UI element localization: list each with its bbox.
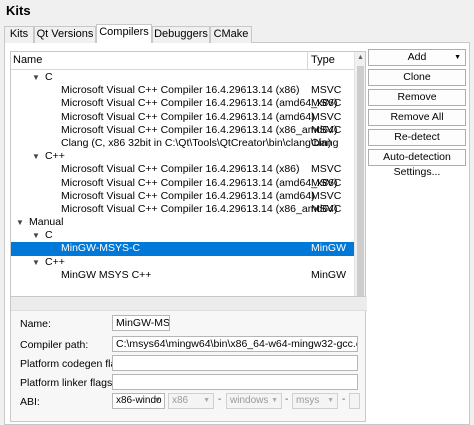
tab-bar: Kits Qt Versions Compilers Debuggers CMa… [4, 24, 470, 44]
tree-group-row[interactable]: ▼ C [11, 71, 355, 84]
abi-format-select[interactable] [349, 393, 360, 409]
expand-arrow-icon[interactable]: ▼ [31, 71, 41, 84]
scroll-up-icon[interactable]: ▲ [355, 52, 365, 63]
tree-row[interactable]: Microsoft Visual C++ Compiler 16.4.29613… [11, 163, 355, 176]
tree-row-name: Microsoft Visual C++ Compiler 16.4.29613… [61, 97, 338, 110]
tree-row-name: C [45, 71, 53, 83]
tab-cmake[interactable]: CMake [210, 26, 252, 43]
chevron-down-icon: ▼ [327, 397, 334, 404]
tab-debuggers[interactable]: Debuggers [152, 26, 210, 43]
tree-row-type: MSVC [311, 97, 342, 110]
page-title: Kits [6, 3, 31, 18]
compiler-path-field[interactable]: C:\msys64\mingw64\bin\x86_64-w64-mingw32… [112, 336, 358, 352]
tree-row[interactable]: Microsoft Visual C++ Compiler 16.4.29613… [11, 190, 355, 203]
tree-row-name: MinGW MSYS C++ [61, 268, 152, 281]
abi-os-select[interactable]: windows ▼ [226, 393, 282, 409]
chevron-down-icon: ▼ [203, 397, 210, 404]
tree-row-name: Manual [29, 216, 64, 229]
tree-row-type: MSVC [311, 189, 342, 202]
tab-qt-versions[interactable]: Qt Versions [34, 26, 96, 43]
tree-row-name: C [45, 229, 53, 242]
tab-compilers[interactable]: Compilers [96, 24, 152, 44]
tree-row[interactable]: Microsoft Visual C++ Compiler 16.4.29613… [11, 84, 355, 97]
tree-row-type: MSVC [311, 176, 342, 189]
tree-row-name: C++ [45, 255, 65, 268]
column-header-type[interactable]: Type [311, 54, 335, 66]
tree-row-type: Clang [311, 136, 339, 149]
tree-row-name: Microsoft Visual C++ Compiler 16.4.29613… [61, 202, 338, 215]
tree-header: Name Type [11, 52, 355, 70]
chevron-down-icon: ▼ [271, 397, 278, 404]
auto-detection-settings-button[interactable]: Auto-detection Settings... [368, 149, 466, 178]
expand-arrow-icon[interactable]: ▼ [15, 216, 25, 229]
abi-main-select[interactable]: x86-windo ▼ [112, 393, 165, 409]
expand-arrow-icon[interactable]: ▼ [31, 150, 41, 163]
platform-linker-flags-field[interactable] [112, 374, 358, 390]
tree-row[interactable]: Microsoft Visual C++ Compiler 16.4.29613… [11, 203, 355, 216]
tree-row-name: Microsoft Visual C++ Compiler 16.4.29613… [61, 84, 300, 97]
tree-row-name: Clang (C, x86 32bit in C:\Qt\Tools\QtCre… [61, 136, 332, 149]
tree-group-row[interactable]: ▼ C [11, 229, 355, 242]
tree-row-type: MSVC [311, 163, 342, 176]
chevron-down-icon: ▼ [454, 54, 461, 61]
tree-row-type: MinGW [311, 242, 346, 255]
remove-button[interactable]: Remove [368, 89, 466, 106]
chevron-down-icon: ▼ [154, 397, 161, 404]
tree-row[interactable]: MinGW MSYS C++ MinGW [11, 269, 355, 282]
tree-row[interactable]: Clang (C, x86 32bit in C:\Qt\Tools\QtCre… [11, 137, 355, 150]
tab-kits[interactable]: Kits [4, 26, 34, 43]
abi-arch-value: x86 [172, 395, 189, 406]
scrollbar-thumb[interactable] [357, 66, 364, 306]
tree-row[interactable]: Microsoft Visual C++ Compiler 16.4.29613… [11, 111, 355, 124]
tree-row-type: MSVC [311, 110, 342, 123]
tree-group-row[interactable]: ▼ C++ [11, 150, 355, 163]
remove-all-button[interactable]: Remove All [368, 109, 466, 126]
expand-arrow-icon[interactable]: ▼ [31, 256, 41, 269]
compiler-path-label: Compiler path: [20, 339, 89, 351]
platform-codegen-flags-field[interactable] [112, 355, 358, 371]
abi-separator: - [285, 394, 289, 405]
tree-row-name: Microsoft Visual C++ Compiler 16.4.29613… [61, 176, 338, 189]
expand-arrow-icon[interactable]: ▼ [31, 229, 41, 242]
tree-row-name: Microsoft Visual C++ Compiler 16.4.29613… [61, 123, 338, 136]
tree-row-type: MinGW [311, 268, 346, 281]
tree-rows: ▼ C Microsoft Visual C++ Compiler 16.4.296… [11, 71, 355, 282]
name-label: Name: [20, 318, 51, 330]
column-separator [307, 52, 308, 70]
name-field[interactable]: MinGW-MSYS-C [112, 315, 170, 331]
compiler-tree[interactable]: Name Type ▼ C Microsoft Visual C++ Compile… [10, 51, 366, 323]
tree-group-row[interactable]: ▼ C++ [11, 256, 355, 269]
tree-row-name: MinGW-MSYS-C [61, 242, 141, 255]
tree-row-name: Microsoft Visual C++ Compiler 16.4.29613… [61, 110, 315, 123]
redetect-button[interactable]: Re-detect [368, 129, 466, 146]
clone-button[interactable]: Clone [368, 69, 466, 86]
abi-flavor-value: msys [296, 395, 320, 406]
tree-row-name: Microsoft Visual C++ Compiler 16.4.29613… [61, 163, 300, 176]
abi-os-value: windows [230, 395, 269, 406]
tree-row[interactable]: Microsoft Visual C++ Compiler 16.4.29613… [11, 124, 355, 137]
abi-flavor-select[interactable]: msys ▼ [292, 393, 338, 409]
tree-row-type: MSVC [311, 123, 342, 136]
tree-row-name: C++ [45, 150, 65, 163]
add-button-label: Add [407, 51, 427, 63]
abi-separator: - [218, 394, 222, 405]
abi-separator: - [342, 394, 346, 405]
tree-group-row[interactable]: ▼ Manual [11, 216, 355, 229]
platform-linker-flags-label: Platform linker flags: [20, 377, 116, 389]
tree-row-type: MSVC [311, 202, 342, 215]
add-button[interactable]: Add ▼ [368, 49, 466, 66]
tree-row-type: MSVC [311, 84, 342, 97]
details-header-bar [11, 297, 367, 311]
tree-scrollbar[interactable]: ▲ ▼ [354, 52, 365, 322]
abi-label: ABI: [20, 396, 40, 408]
tree-row[interactable]: Microsoft Visual C++ Compiler 16.4.29613… [11, 177, 355, 190]
abi-arch-select[interactable]: x86 ▼ [168, 393, 214, 409]
tree-row[interactable]: Microsoft Visual C++ Compiler 16.4.29613… [11, 97, 355, 110]
column-header-name[interactable]: Name [13, 54, 42, 66]
tree-row-name: Microsoft Visual C++ Compiler 16.4.29613… [61, 189, 315, 202]
tree-row[interactable]: MinGW-MSYS-C MinGW [11, 242, 355, 256]
